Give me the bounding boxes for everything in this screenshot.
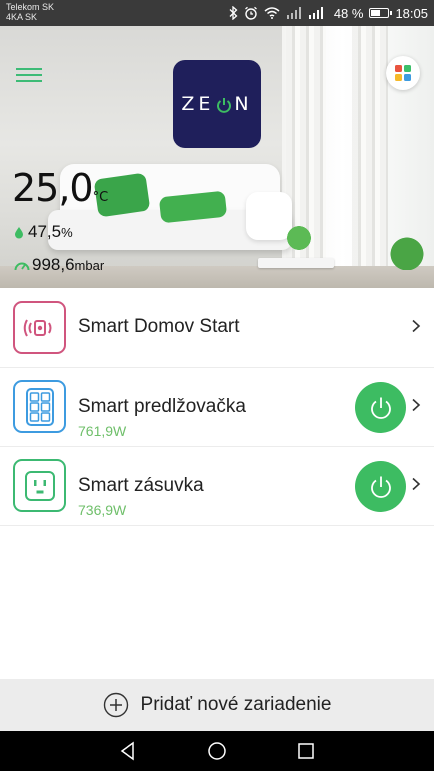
device-power-reading: 761,9W <box>78 423 127 439</box>
pressure-display: 998,6mbar <box>14 255 104 275</box>
hamburger-icon[interactable] <box>16 66 44 86</box>
device-power-reading: 736,9W <box>78 502 127 518</box>
humidity-display: 47,5% <box>14 222 73 242</box>
add-device-label: Pridať nové zariadenie <box>140 694 332 715</box>
apps-grid-icon[interactable] <box>386 56 420 90</box>
power-strip-icon <box>13 380 66 433</box>
device-name: Smart Domov Start <box>78 316 240 337</box>
bluetooth-icon <box>229 6 238 20</box>
chevron-right-icon[interactable] <box>410 319 422 333</box>
device-item-smart-zasuvka[interactable]: Smart zásuvka 736,9W <box>0 446 434 526</box>
pressure-unit: mbar <box>74 258 105 273</box>
add-device-button[interactable]: Pridať nové zariadenie <box>0 679 434 731</box>
status-icons: 48 % 18:05 <box>229 4 428 22</box>
carrier-info: Telekom SK 4KA SK <box>6 2 54 22</box>
apps-tile <box>404 65 411 72</box>
device-item-smart-domov-start[interactable]: Smart Domov Start <box>0 288 434 368</box>
power-toggle-button[interactable] <box>355 382 406 433</box>
recents-icon[interactable] <box>296 741 316 761</box>
signal-icon-secondary <box>308 7 323 19</box>
power-icon <box>370 397 391 419</box>
battery-level <box>371 10 381 16</box>
system-nav-bar <box>0 731 434 771</box>
logo-text-left: ZE <box>181 93 215 115</box>
chevron-right-icon[interactable] <box>410 398 422 412</box>
pressure-gauge-icon <box>14 262 30 270</box>
temperature-unit: °C <box>92 190 109 205</box>
device-item-smart-predlzovacka[interactable]: Smart predlžovačka 761,9W <box>0 367 434 447</box>
power-icon <box>216 96 232 113</box>
wifi-icon <box>264 7 280 19</box>
device-name: Smart predlžovačka <box>78 396 246 417</box>
home-icon[interactable] <box>207 741 227 761</box>
pressure-value: 998,6 <box>32 255 75 274</box>
status-bar: Telekom SK 4KA SK 48 % 18:05 <box>0 0 434 26</box>
battery-icon <box>369 8 393 18</box>
zeon-logo: ZE N <box>173 60 261 148</box>
smart-socket-icon <box>13 459 66 512</box>
humidity-unit: % <box>61 225 73 240</box>
back-icon[interactable] <box>118 741 138 761</box>
signal-icon <box>286 7 301 19</box>
power-toggle-button[interactable] <box>355 461 406 512</box>
add-circle-icon <box>103 692 128 718</box>
chevron-right-icon[interactable] <box>410 477 422 491</box>
logo-text: ZE N <box>181 93 252 115</box>
carrier-network: 4KA SK <box>6 12 38 22</box>
background-plant <box>380 230 434 270</box>
hero-banner: ZE N 25,0°C 47,5% 998,6mbar <box>0 26 434 288</box>
logo-text-right: N <box>234 93 253 115</box>
background-plant <box>282 222 316 262</box>
apps-tile <box>404 74 411 81</box>
temperature-display: 25,0°C <box>12 166 108 210</box>
water-drop-icon <box>15 226 23 238</box>
clock: 18:05 <box>395 5 428 21</box>
humidity-value: 47,5 <box>28 222 62 241</box>
alarm-icon <box>244 6 257 20</box>
power-icon <box>370 476 391 498</box>
carrier-name: Telekom SK <box>6 2 55 12</box>
apps-tile <box>395 65 402 72</box>
device-name: Smart zásuvka <box>78 475 204 496</box>
apps-tile <box>395 74 402 81</box>
battery-percent: 48 % <box>333 5 364 21</box>
smart-hub-icon <box>13 301 66 354</box>
temperature-value: 25,0 <box>12 166 94 210</box>
